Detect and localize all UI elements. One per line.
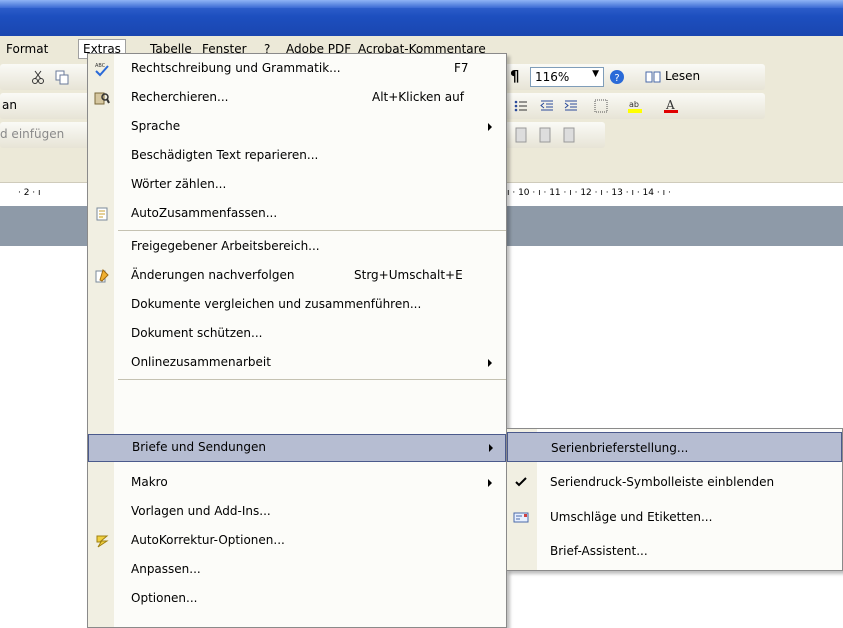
submenu-item-umschlaege[interactable]: Umschläge und Etiketten... xyxy=(507,502,842,532)
decrease-indent-icon[interactable] xyxy=(539,98,555,114)
svg-text:?: ? xyxy=(614,73,619,84)
menu-item-autozusammenfassen[interactable]: AutoZusammenfassen... xyxy=(88,203,506,225)
submenu-arrow-icon xyxy=(489,444,493,452)
border-icon[interactable] xyxy=(593,98,609,114)
ruler-right-ticks: ı · 10 · ı · 11 · ı · 12 · ı · 13 · ı · … xyxy=(507,188,671,198)
submenu-arrow-icon xyxy=(488,359,492,367)
mailmerge-toolbar xyxy=(505,122,605,148)
menu-item-aenderungen[interactable]: Änderungen nachverfolgen Strg+Umschalt+E xyxy=(88,265,506,287)
lesen-button[interactable]: Lesen xyxy=(665,69,700,83)
briefe-submenu: Serienbrieferstellung... Seriendruck-Sym… xyxy=(506,428,843,571)
font-name-partial[interactable]: an xyxy=(2,98,17,112)
research-icon xyxy=(94,92,110,105)
document-icon[interactable] xyxy=(513,127,529,143)
document-icon[interactable] xyxy=(537,127,553,143)
submenu-arrow-icon xyxy=(488,479,492,487)
svg-text:ab: ab xyxy=(629,100,639,109)
pilcrow-button[interactable]: ¶ xyxy=(510,67,520,85)
menu-item-optionen[interactable]: Optionen... xyxy=(88,588,506,610)
format-toolbar: an xyxy=(0,93,90,119)
menu-item-autokorrektur[interactable]: AutoKorrektur-Optionen... xyxy=(88,530,506,552)
reading-icon[interactable] xyxy=(645,69,661,85)
zoom-select[interactable]: 116% ▼ xyxy=(530,67,604,87)
svg-text:ABC: ABC xyxy=(95,63,106,69)
format-toolbar-right: ab A xyxy=(505,93,765,119)
copy-icon[interactable] xyxy=(54,69,70,85)
menu-item-rechtschreibung[interactable]: ABC Rechtschreibung und Grammatik... F7 xyxy=(88,58,506,80)
paste-partial[interactable]: d einfügen xyxy=(0,127,64,141)
chevron-down-icon: ▼ xyxy=(592,69,599,79)
menu-separator xyxy=(118,230,506,231)
menu-item-vorlagen[interactable]: Vorlagen und Add-Ins... xyxy=(88,501,506,523)
submenu-item-seriendruck-symbolleiste[interactable]: Seriendruck-Symbolleiste einblenden xyxy=(507,467,842,497)
submenu-arrow-icon xyxy=(488,123,492,131)
cut-icon[interactable] xyxy=(30,69,46,85)
menu-format[interactable]: Format xyxy=(6,40,48,58)
menu-item-arbeitsbereich[interactable]: Freigegebener Arbeitsbereich... xyxy=(88,236,506,258)
menu-item-onlinezusammenarbeit[interactable]: Onlinezusammenarbeit xyxy=(88,352,506,374)
extras-menu: ABC Rechtschreibung und Grammatik... F7 … xyxy=(87,53,507,628)
menu-item-sprache[interactable]: Sprache xyxy=(88,116,506,138)
increase-indent-icon[interactable] xyxy=(563,98,579,114)
autosummarize-icon xyxy=(96,207,108,221)
submenu-item-brief-assistent[interactable]: Brief-Assistent... xyxy=(507,536,842,566)
svg-text:A: A xyxy=(665,98,675,112)
standard-toolbar xyxy=(0,64,90,90)
envelope-icon xyxy=(513,512,529,523)
menu-item-text-reparieren[interactable]: Beschädigten Text reparieren... xyxy=(88,145,506,167)
bullet-list-icon[interactable] xyxy=(513,98,529,114)
autocorrect-icon xyxy=(96,535,109,548)
help-icon[interactable]: ? xyxy=(609,69,625,85)
checkmark-icon xyxy=(515,477,527,487)
menu-item-makro[interactable]: Makro xyxy=(88,472,506,494)
menu-item-briefe-und-sendungen[interactable]: Briefe und Sendungen xyxy=(88,434,506,462)
clipboard-toolbar: d einfügen xyxy=(0,122,90,148)
standard-toolbar-right: ¶ 116% ▼ ? Lesen xyxy=(505,64,765,90)
menu-item-dokument-schuetzen[interactable]: Dokument schützen... xyxy=(88,323,506,345)
zoom-value: 116% xyxy=(535,70,570,84)
font-color-icon[interactable]: A xyxy=(663,98,679,114)
window-titlebar xyxy=(0,0,843,36)
track-changes-icon xyxy=(95,269,109,283)
menu-item-anpassen[interactable]: Anpassen... xyxy=(88,559,506,581)
menu-separator xyxy=(118,379,506,380)
submenu-item-serienbrieferstellung[interactable]: Serienbrieferstellung... xyxy=(507,432,842,462)
document-icon[interactable] xyxy=(561,127,577,143)
menu-item-dokumente-vergleichen[interactable]: Dokumente vergleichen und zusammenführen… xyxy=(88,294,506,316)
menu-item-recherchieren[interactable]: Recherchieren... Alt+Klicken auf xyxy=(88,87,506,109)
menu-item-woerter-zaehlen[interactable]: Wörter zählen... xyxy=(88,174,506,196)
highlight-icon[interactable]: ab xyxy=(627,98,643,114)
ruler-left-ticks: · 2 · ı xyxy=(18,188,41,198)
spellcheck-icon: ABC xyxy=(95,63,109,77)
